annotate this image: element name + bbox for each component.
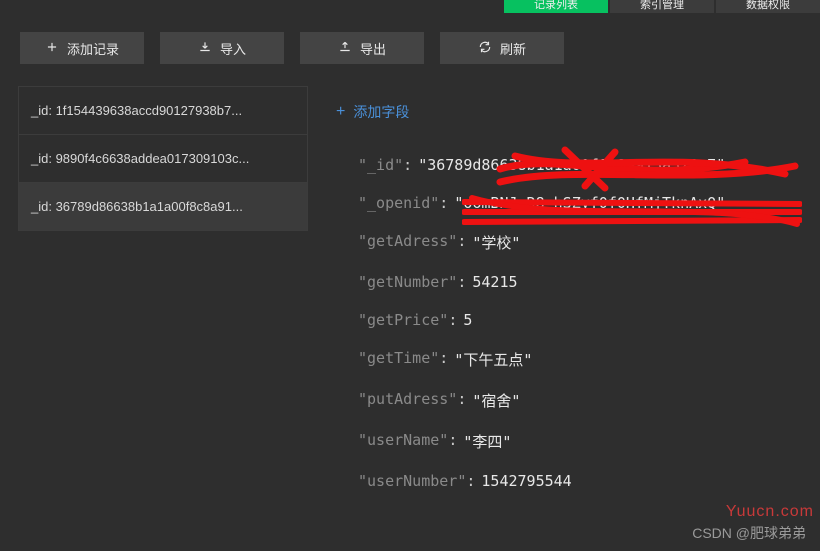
field-value: "下午五点" [454, 349, 532, 370]
field-row[interactable]: "_openid": "o6mBNJoR8-hSZyf0f0HfMjTknAxQ… [358, 184, 816, 222]
field-row[interactable]: "getTime": "下午五点" [358, 339, 816, 380]
field-key: "_openid" [358, 194, 439, 212]
field-list: "_id": "36789d86638b1a1a00f8c8a913a328a7… [332, 146, 816, 500]
field-value: 54215 [472, 273, 517, 291]
field-key: "getAdress" [358, 232, 457, 253]
plus-icon [45, 40, 59, 57]
download-icon [198, 40, 212, 57]
field-key: "getNumber" [358, 273, 457, 291]
record-list: _id: 1f154439638accd90127938b7..._id: 98… [18, 86, 308, 231]
field-row[interactable]: "getPrice": 5 [358, 301, 816, 339]
field-row[interactable]: "putAdress": "宿舍" [358, 380, 816, 421]
tab-permission[interactable]: 数据权限 [716, 0, 820, 13]
export-label: 导出 [360, 39, 386, 58]
field-row[interactable]: "_id": "36789d86638b1a1a00f8c8a913a328a7… [358, 146, 816, 184]
refresh-icon [478, 40, 492, 57]
watermark-site: Yuucn.com [726, 503, 814, 521]
upload-icon [338, 40, 352, 57]
list-item[interactable]: _id: 36789d86638b1a1a00f8c8a91... [19, 183, 307, 231]
refresh-button[interactable]: 刷新 [440, 32, 564, 64]
field-row[interactable]: "getNumber": 54215 [358, 263, 816, 301]
tab-index[interactable]: 索引管理 [610, 0, 714, 13]
import-label: 导入 [220, 39, 246, 58]
field-key: "userNumber" [358, 472, 466, 490]
field-row[interactable]: "userName": "李四" [358, 421, 816, 462]
tab-records[interactable]: 记录列表 [504, 0, 608, 13]
detail-panel: + 添加字段 "_id": "36789d86638b1a1a00f8c8a91… [332, 94, 816, 551]
import-button[interactable]: 导入 [160, 32, 284, 64]
plus-icon: + [336, 104, 345, 120]
field-row[interactable]: "userNumber": 1542795544 [358, 462, 816, 500]
field-key: "getPrice" [358, 311, 448, 329]
add-field-label: 添加字段 [353, 102, 409, 122]
add-record-label: 添加记录 [67, 39, 119, 58]
field-key: "_id" [358, 156, 403, 174]
add-field-button[interactable]: + 添加字段 [332, 94, 816, 146]
list-item[interactable]: _id: 9890f4c6638addea017309103c... [19, 135, 307, 183]
field-value: "o6mBNJoR8-hSZyf0f0HfMjTknAxQ" [454, 194, 725, 212]
field-value: 5 [463, 311, 472, 329]
watermark-author: CSDN @肥球弟弟 [692, 523, 806, 543]
field-value: "36789d86638b1a1a00f8c8a913a328a7" [418, 156, 725, 174]
field-key: "userName" [358, 431, 448, 452]
toolbar: 添加记录 导入 导出 刷新 [20, 32, 564, 64]
field-key: "getTime" [358, 349, 439, 370]
field-value: "宿舍" [472, 390, 520, 411]
field-value: "李四" [463, 431, 511, 452]
add-record-button[interactable]: 添加记录 [20, 32, 144, 64]
field-key: "putAdress" [358, 390, 457, 411]
top-tabs: 记录列表 索引管理 数据权限 [504, 0, 820, 13]
field-row[interactable]: "getAdress": "学校" [358, 222, 816, 263]
refresh-label: 刷新 [500, 39, 526, 58]
field-value: 1542795544 [481, 472, 571, 490]
field-value: "学校" [472, 232, 520, 253]
list-item[interactable]: _id: 1f154439638accd90127938b7... [19, 87, 307, 135]
export-button[interactable]: 导出 [300, 32, 424, 64]
